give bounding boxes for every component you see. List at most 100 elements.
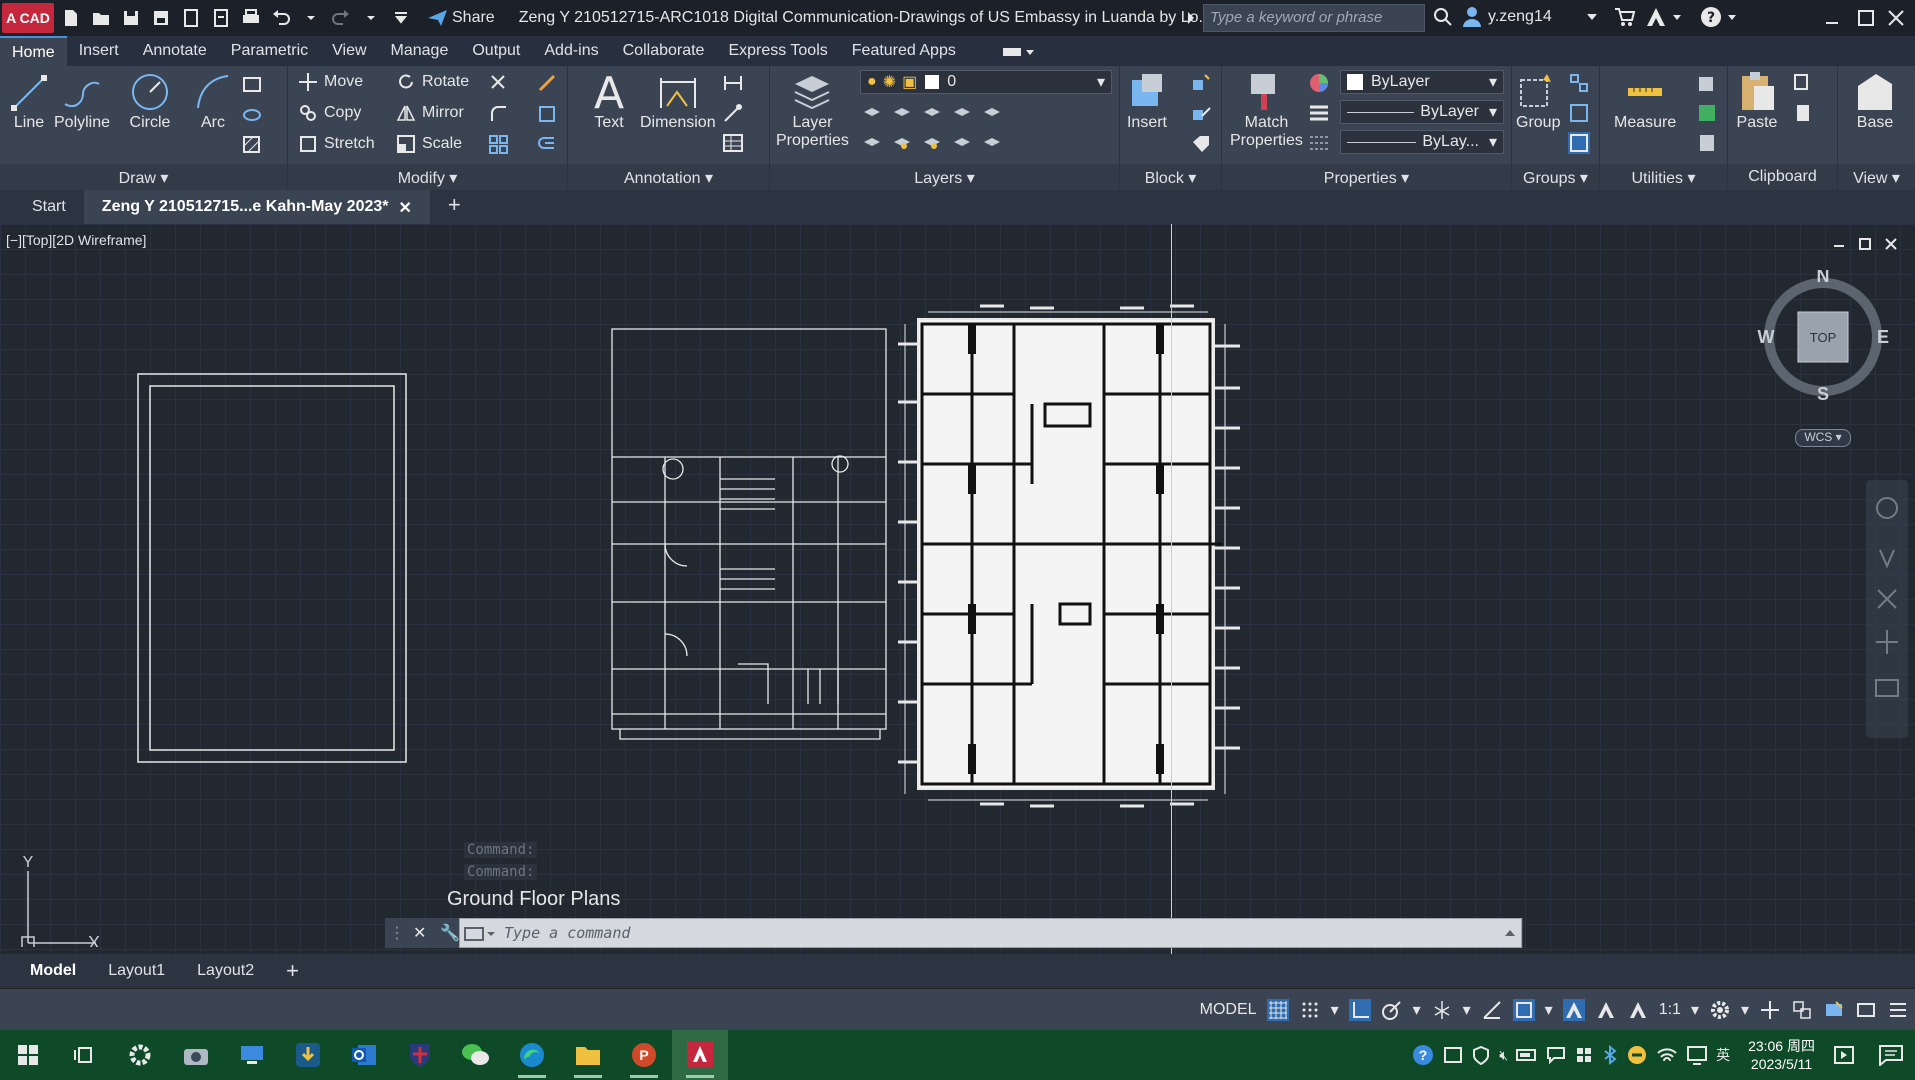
- offset-icon[interactable]: [536, 134, 558, 156]
- customization-menu-icon[interactable]: [1887, 999, 1909, 1021]
- share-button[interactable]: Share: [426, 9, 495, 27]
- layout1-tab[interactable]: Layout1: [92, 962, 181, 980]
- object-snap-icon[interactable]: [1512, 999, 1535, 1021]
- calculator-icon[interactable]: [1696, 102, 1718, 124]
- layout2-tab[interactable]: Layout2: [181, 962, 270, 980]
- clock[interactable]: 23:06 周四 2023/5/11: [1748, 1037, 1815, 1073]
- compass-south[interactable]: S: [1817, 384, 1829, 404]
- search-icon[interactable]: [1432, 6, 1454, 28]
- compass-east[interactable]: E: [1877, 327, 1889, 347]
- workspace-gear-icon[interactable]: [1709, 999, 1731, 1021]
- tab-manage[interactable]: Manage: [379, 36, 461, 66]
- circle-button[interactable]: Circle: [129, 70, 171, 132]
- layer-dropdown[interactable]: ● ✺ ▣ 0 ▾: [860, 70, 1112, 94]
- properties-panel-title[interactable]: Properties ▾: [1222, 164, 1511, 190]
- viewcube[interactable]: TOP N S E W: [1756, 270, 1890, 404]
- tab-add-ins[interactable]: Add-ins: [532, 36, 610, 66]
- leader-icon[interactable]: [722, 102, 744, 124]
- draw-panel-title[interactable]: Draw ▾: [0, 164, 287, 190]
- customize-command-line-icon[interactable]: 🔧: [440, 923, 460, 943]
- outlook-app[interactable]: [336, 1030, 392, 1080]
- create-block-icon[interactable]: [1190, 72, 1212, 94]
- autocad-app[interactable]: [672, 1030, 728, 1080]
- edge-app[interactable]: [504, 1030, 560, 1080]
- annotation-monitor-icon[interactable]: [1759, 999, 1781, 1021]
- autodesk-app-icon[interactable]: [1645, 6, 1683, 28]
- tab-collaborate[interactable]: Collaborate: [611, 36, 717, 66]
- file-explorer-app[interactable]: [560, 1030, 616, 1080]
- trim-icon[interactable]: [488, 72, 510, 94]
- close-command-line-icon[interactable]: ✕: [413, 923, 426, 943]
- tab-view[interactable]: View: [320, 36, 378, 66]
- input-method-indicator[interactable]: 英: [1716, 1045, 1730, 1065]
- transparency-icon[interactable]: [1308, 132, 1330, 154]
- snap-icon[interactable]: [1299, 999, 1321, 1021]
- copy-clip-icon[interactable]: [1792, 72, 1814, 94]
- polar-dropdown-icon[interactable]: ▾: [1413, 1000, 1421, 1020]
- wifi-icon[interactable]: [1656, 1045, 1678, 1065]
- layer-tools-row-2-icon[interactable]: [862, 132, 1042, 154]
- layers-panel-title[interactable]: Layers ▾: [770, 164, 1119, 190]
- save-icon[interactable]: [118, 5, 144, 31]
- polyline-button[interactable]: Polyline: [54, 70, 110, 132]
- open-icon[interactable]: [88, 5, 114, 31]
- ribbon-display-toggle-icon[interactable]: [1002, 46, 1036, 58]
- wechat-app[interactable]: [448, 1030, 504, 1080]
- polar-tracking-icon[interactable]: [1381, 999, 1403, 1021]
- start-tab[interactable]: Start: [0, 190, 84, 224]
- stretch-button[interactable]: Stretch: [298, 134, 375, 154]
- floor-plan-drawing[interactable]: [0, 224, 1915, 954]
- tab-home[interactable]: Home: [0, 36, 67, 66]
- help-tray-icon[interactable]: ?: [1411, 1043, 1435, 1067]
- user-dropdown-icon[interactable]: [1586, 12, 1598, 22]
- group-button[interactable]: Group: [1516, 70, 1560, 132]
- settings-app[interactable]: [112, 1030, 168, 1080]
- drawing-viewport[interactable]: [−][Top][2D Wireframe] TOP N S E W WCS ▾…: [0, 224, 1915, 954]
- redo-icon[interactable]: [328, 5, 354, 31]
- chat-tray-icon[interactable]: [1546, 1045, 1566, 1065]
- grip-icon[interactable]: ⋮: [389, 923, 405, 943]
- snap-dropdown-icon[interactable]: ▾: [1331, 1000, 1339, 1020]
- ortho-icon[interactable]: [1348, 999, 1371, 1021]
- clean-screen-icon[interactable]: [1855, 999, 1877, 1021]
- camera-app[interactable]: [168, 1030, 224, 1080]
- group-edit-icon[interactable]: [1568, 102, 1590, 124]
- array-icon[interactable]: [488, 134, 510, 156]
- annotation-scale-value[interactable]: 1:1: [1659, 1001, 1681, 1019]
- redo-dropdown-icon[interactable]: [358, 5, 384, 31]
- block-panel-title[interactable]: Block ▾: [1120, 164, 1221, 190]
- navigation-bar[interactable]: [1866, 480, 1908, 738]
- tab-output[interactable]: Output: [460, 36, 532, 66]
- grid-icon[interactable]: [1266, 999, 1289, 1021]
- utilities-panel-title[interactable]: Utilities ▾: [1600, 164, 1727, 190]
- windows-defender-icon[interactable]: [1574, 1045, 1594, 1065]
- undo-icon[interactable]: [268, 5, 294, 31]
- new-tab-button[interactable]: +: [430, 190, 479, 224]
- ungroup-icon[interactable]: [1568, 72, 1590, 94]
- close-tab-icon[interactable]: ✕: [398, 198, 411, 224]
- lineweight-icon[interactable]: [1308, 102, 1330, 124]
- download-app[interactable]: [280, 1030, 336, 1080]
- layer-properties-button[interactable]: Layer Properties: [776, 70, 849, 150]
- tab-parametric[interactable]: Parametric: [219, 36, 320, 66]
- help-icon[interactable]: ?: [1700, 6, 1740, 28]
- mirror-button[interactable]: Mirror: [396, 103, 464, 123]
- color-dropdown[interactable]: ByLayer ▾: [1340, 70, 1504, 94]
- model-tab[interactable]: Model: [14, 962, 92, 980]
- scale-button[interactable]: Scale: [396, 134, 462, 154]
- customize-qat-icon[interactable]: [388, 5, 414, 31]
- plot-icon[interactable]: [238, 5, 264, 31]
- save-to-web-icon[interactable]: [208, 5, 234, 31]
- security-shield-icon[interactable]: [1471, 1045, 1491, 1065]
- save-as-icon[interactable]: [148, 5, 174, 31]
- quick-properties-icon[interactable]: [1823, 999, 1845, 1021]
- isodraft-icon[interactable]: [1431, 999, 1453, 1021]
- groups-panel-title[interactable]: Groups ▾: [1512, 164, 1599, 190]
- arc-button[interactable]: Arc: [192, 70, 234, 132]
- annotation-visibility-icon[interactable]: [1562, 999, 1585, 1021]
- powerpoint-app[interactable]: P: [616, 1030, 672, 1080]
- show-desktop-icon[interactable]: [1833, 1044, 1855, 1066]
- edit-block-icon[interactable]: [1190, 102, 1212, 124]
- base-button[interactable]: Base: [1854, 70, 1896, 132]
- workspace-dropdown-icon[interactable]: ▾: [1741, 1000, 1749, 1020]
